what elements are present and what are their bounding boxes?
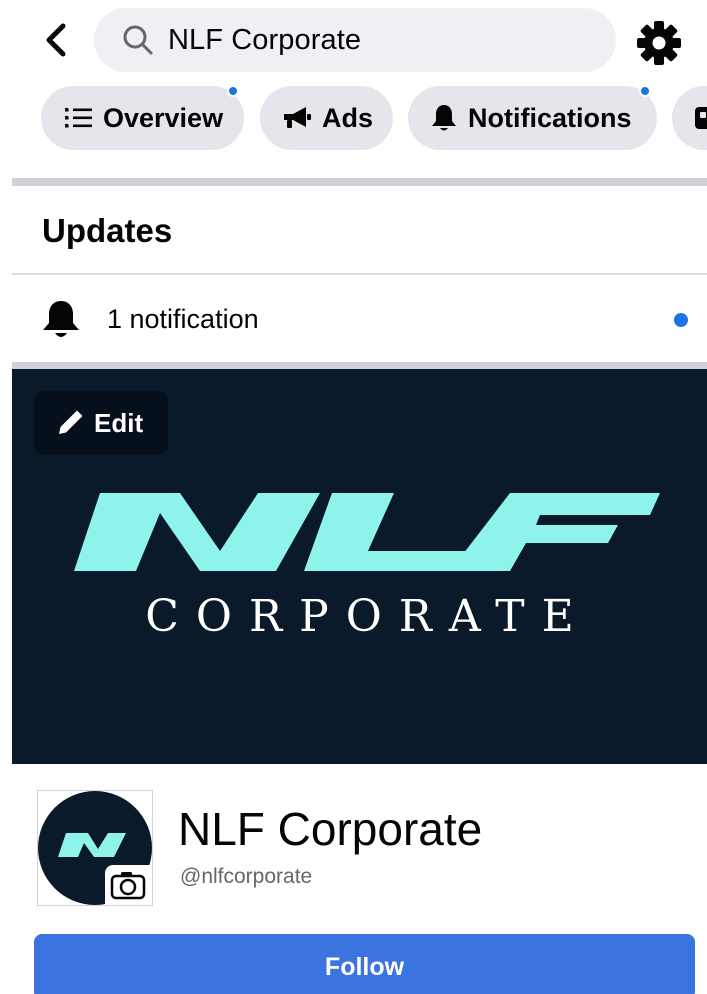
bell-icon [40,298,82,347]
edit-cover-button[interactable]: Edit [34,391,168,455]
megaphone-icon [282,105,312,131]
profile-picture[interactable] [37,790,153,906]
back-button[interactable] [36,20,76,60]
notification-count-text: 1 notification [107,304,259,334]
search-input[interactable]: NLF Corporate [168,24,361,57]
camera-icon [110,872,146,900]
top-bar: NLF Corporate [0,0,707,86]
change-photo-button[interactable] [105,865,151,905]
nlf-logo [74,493,660,571]
cover-photo: Edit CORPORATE [12,369,707,764]
page-handle: @nlfcorporate [180,865,313,888]
tab-notifications-badge [639,86,651,97]
partially-visible-tab-icon [694,104,707,132]
edit-label: Edit [94,407,144,438]
list-icon [65,106,93,130]
pencil-icon [56,409,84,437]
settings-button[interactable] [634,18,684,68]
unread-indicator [674,313,688,327]
tab-ads-label: Ads [322,102,374,133]
tab-notifications-label: Notifications [468,102,632,133]
page-tabs: Overview Ads Notifications [0,86,707,166]
page-name: NLF Corporate [178,803,483,855]
tab-overview-badge [227,86,239,97]
cover-subtitle: CORPORATE [145,591,591,642]
search-field[interactable]: NLF Corporate [94,8,616,72]
tab-notifications[interactable]: Notifications [408,86,657,150]
search-icon [120,22,156,58]
chevron-left-icon [46,23,66,57]
updates-heading: Updates [42,212,173,249]
follow-button[interactable]: Follow [34,934,695,994]
tab-more[interactable] [672,86,707,150]
notification-row[interactable]: 1 notification [12,276,707,362]
bell-icon [430,103,458,133]
section-divider [12,362,707,369]
tab-overview[interactable]: Overview [41,86,244,150]
tab-overview-label: Overview [103,102,224,133]
tab-ads[interactable]: Ads [260,86,393,150]
gear-icon [637,21,681,65]
divider [12,273,707,275]
section-divider [12,178,707,186]
